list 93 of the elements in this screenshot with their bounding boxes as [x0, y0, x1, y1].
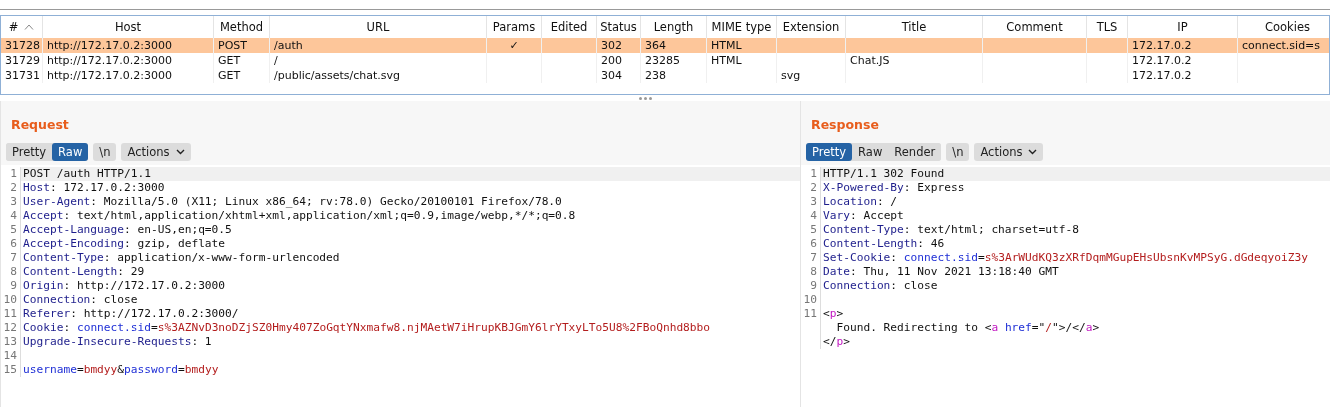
line-number: 12 [3, 321, 17, 334]
table-cell: HTML [711, 39, 742, 52]
line-number: 15 [3, 363, 17, 376]
pane-title: Request [10, 116, 70, 133]
line-number: 3 [810, 195, 817, 208]
view-tab[interactable]: Raw [52, 143, 89, 161]
line-number: 10 [3, 293, 17, 306]
code-line: Origin: http://172.17.0.2:3000 [23, 279, 226, 292]
table-cell: 238 [645, 69, 666, 82]
newline-toggle-button[interactable]: \n [93, 143, 117, 161]
table-cell: http://172.17.0.2:3000 [47, 54, 172, 67]
line-number: 9 [10, 279, 17, 292]
line-number: 8 [10, 265, 17, 278]
code-line: </p> [823, 335, 850, 348]
table-cell: POST [218, 39, 247, 52]
line-number: 5 [810, 223, 817, 236]
code-line: Content-Type: application/x-www-form-urlencoded [23, 251, 340, 264]
code-line: Accept: text/html,application/xhtml+xml,application/xml;q=0.9,image/webp,*/*;q=0.8 [23, 209, 576, 222]
line-number: 11 [3, 307, 17, 320]
table-cell: 172.17.0.2 [1132, 39, 1192, 52]
code-line: Upgrade-Insecure-Requests: 1 [23, 335, 212, 348]
line-number: 10 [803, 293, 817, 306]
line-number: 14 [3, 349, 17, 362]
chevron-down-icon [1028, 149, 1038, 155]
line-number: 8 [810, 265, 817, 278]
code-line: POST /auth HTTP/1.1 [23, 167, 151, 180]
line-number: 6 [10, 237, 17, 250]
line-number: 3 [10, 195, 17, 208]
view-tab[interactable]: Pretty [806, 143, 853, 161]
table-cell: http://172.17.0.2:3000 [47, 69, 172, 82]
table-row[interactable]: 31731 http://172.17.0.2:3000 GET /public/assets/chat.svg 304 238 svg 172.17.0.2 [1, 68, 1329, 83]
line-number: 13 [3, 335, 17, 348]
code-line: <p> [823, 307, 844, 320]
table-cell: /auth [274, 39, 303, 52]
line-number: 4 [810, 209, 817, 222]
table-cell: 172.17.0.2 [1132, 69, 1192, 82]
code-line: Content-Length: 29 [23, 265, 145, 278]
table-cell: 364 [645, 39, 666, 52]
line-number: 1 [810, 167, 817, 180]
table-cell: 200 [601, 54, 622, 67]
table-cell: connect.sid=s [1242, 39, 1321, 52]
table-cell: svg [781, 69, 801, 82]
table-cell: / [274, 54, 278, 67]
line-number: 1 [10, 167, 17, 180]
code-line: HTTP/1.1 302 Found [823, 167, 945, 180]
code-line: Cookie: connect.sid=s%3AZNvD3noDZjSZ0Hmy407ZoGqtYNxmafw8.njMAetW7iHrupKBJGmY6lrYTxyLTo5U8%2FBoQnhd8bbo [23, 321, 711, 334]
code-line: Content-Type: text/html; charset=utf-8 [823, 223, 1079, 236]
table-row[interactable]: 31728 http://172.17.0.2:3000 POST /auth ✓ 302 364 HTML 172.17.0.2 connect.sid=s [1, 38, 1329, 53]
code-line: Location: / [823, 195, 898, 208]
table-cell: Chat.JS [850, 54, 890, 67]
code-line: Referer: http://172.17.0.2:3000/ [23, 307, 239, 320]
line-number: 9 [810, 279, 817, 292]
code-line: Found. Redirecting to <a href="/">/</a> [835, 321, 1100, 334]
table-cell: http://172.17.0.2:3000 [47, 39, 172, 52]
resize-handle-icon[interactable] [638, 96, 652, 100]
code-line: username=bmdyy&password=bmdyy [23, 363, 219, 376]
actions-button[interactable]: Actions [121, 143, 191, 161]
table-cell: HTML [711, 54, 742, 67]
chevron-down-icon [175, 149, 185, 155]
table-row[interactable]: 31729 http://172.17.0.2:3000 GET / 200 23285 HTML Chat.JS 172.17.0.2 [1, 53, 1329, 68]
table-cell: GET [218, 69, 241, 82]
actions-button[interactable]: Actions [974, 143, 1044, 161]
line-number: 6 [810, 237, 817, 250]
code-line: Date: Thu, 11 Nov 2021 13:18:40 GMT [823, 265, 1059, 278]
code-line: Host: 172.17.0.2:3000 [23, 181, 165, 194]
table-cell: GET [218, 54, 241, 67]
code-line: Vary: Accept [823, 209, 904, 222]
line-number: 5 [10, 223, 17, 236]
pane-title: Response [810, 116, 880, 133]
table-cell: /public/assets/chat.svg [274, 69, 401, 82]
table-cell: 31729 [5, 54, 40, 67]
table-cell: 304 [601, 69, 622, 82]
table-cell: 23285 [645, 54, 680, 67]
table-cell: ✓ [509, 39, 519, 52]
line-number: 4 [10, 209, 17, 222]
table-cell: 172.17.0.2 [1132, 54, 1192, 67]
newline-toggle-button[interactable]: \n [946, 143, 970, 161]
line-number: 7 [810, 251, 817, 264]
table-cell: 31731 [5, 69, 40, 82]
code-line: Connection: close [823, 279, 938, 292]
line-number: 2 [10, 181, 17, 194]
code-line: Accept-Encoding: gzip, deflate [23, 237, 226, 250]
line-number: 7 [10, 251, 17, 264]
table-cell: 31728 [5, 39, 40, 52]
code-line: Content-Length: 46 [823, 237, 945, 250]
code-line: Set-Cookie: connect.sid=s%3ArWUdKQ3zXRfDqmMGupEHsUbsnKvMPSyG.dGdeqyoiZ3y [823, 251, 1308, 264]
table-cell: 302 [601, 39, 622, 52]
code-line: Connection: close [23, 293, 138, 306]
code-line: Accept-Language: en-US,en;q=0.5 [23, 223, 232, 236]
line-number: 11 [803, 307, 817, 320]
line-number: 2 [810, 181, 817, 194]
code-line: X-Powered-By: Express [823, 181, 965, 194]
code-line: User-Agent: Mozilla/5.0 (X11; Linux x86_64; rv:78.0) Gecko/20100101 Firefox/78.0 [23, 195, 562, 208]
